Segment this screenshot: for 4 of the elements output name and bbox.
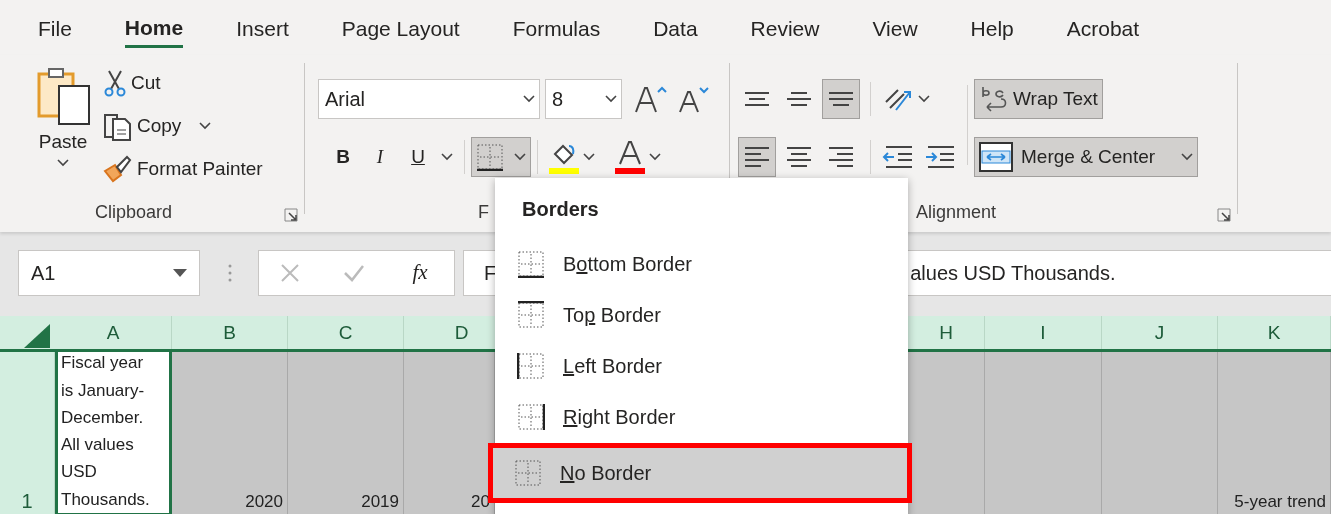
group-label: Clipboard (95, 201, 173, 224)
menu-heading: Borders (521, 197, 600, 222)
group-label: Alignment (916, 201, 997, 224)
group-label: F (478, 201, 489, 224)
